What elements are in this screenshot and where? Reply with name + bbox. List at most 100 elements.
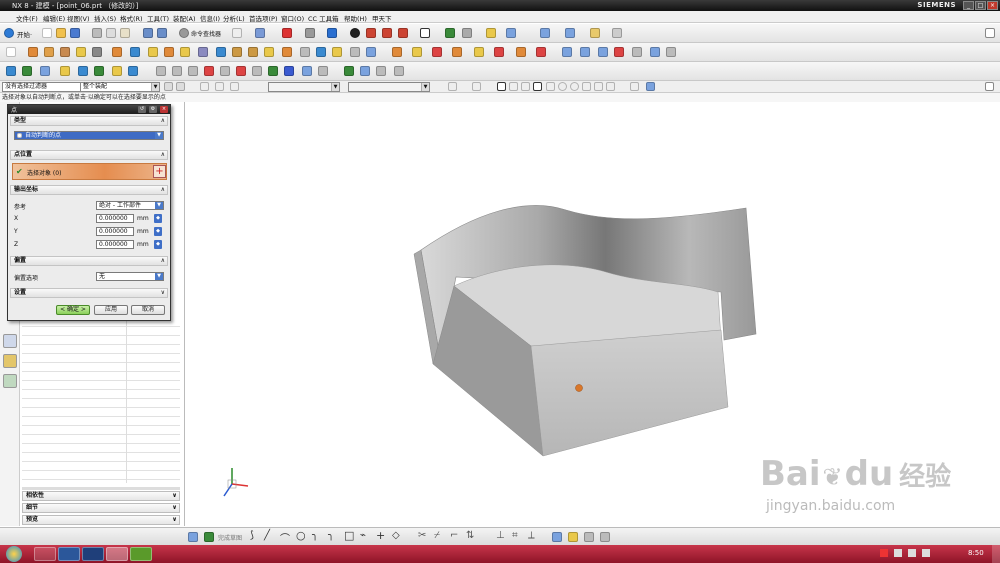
menu-jiatianxia[interactable]: 甲天下 (372, 13, 392, 23)
scale-icon[interactable] (350, 47, 360, 57)
tray-warning-icon[interactable] (880, 549, 888, 557)
bounding-box-icon[interactable] (630, 82, 639, 91)
point-on-curve-icon[interactable] (594, 82, 603, 91)
hole-icon[interactable] (60, 47, 70, 57)
cone-icon[interactable] (398, 28, 408, 38)
groove-icon[interactable] (130, 47, 140, 57)
maximize-button[interactable]: □ (975, 1, 986, 10)
type-group-header[interactable]: 类型 ∧ (10, 116, 168, 126)
ok-button[interactable]: < 确定 > (56, 305, 90, 315)
circle-icon[interactable]: ○ (296, 529, 306, 542)
taskbar-app-icon[interactable] (130, 547, 152, 561)
menu-info[interactable]: 信息(I) (200, 13, 220, 23)
undo-icon[interactable] (143, 28, 153, 38)
bounded-plane-icon[interactable] (494, 47, 504, 57)
reference-select[interactable]: 绝对 - 工作部件 ▼ (96, 201, 164, 210)
tree-row[interactable] (22, 327, 180, 336)
restore-icon[interactable] (985, 82, 994, 91)
command-finder-icon[interactable] (179, 28, 189, 38)
menu-help[interactable]: 帮助(H) (344, 13, 367, 23)
more-sketch-icon[interactable] (600, 532, 610, 542)
bridge-curve-icon[interactable] (650, 47, 660, 57)
rotate-icon[interactable] (305, 28, 315, 38)
taskbar-nx-icon[interactable] (106, 547, 128, 561)
profile-icon[interactable]: ⟆ (250, 530, 254, 541)
tree-row[interactable] (22, 363, 180, 372)
intersect-curve-icon[interactable] (614, 47, 624, 57)
minimize-button[interactable]: _ (963, 1, 974, 10)
more-tools-icon[interactable] (612, 28, 622, 38)
move-object-icon[interactable] (40, 66, 50, 76)
open-folder-icon[interactable] (56, 28, 66, 38)
block-icon[interactable] (382, 28, 392, 38)
z-input[interactable]: 0.000000 (96, 240, 134, 249)
trim-sheet-icon[interactable] (536, 47, 546, 57)
through-curves-icon[interactable] (392, 47, 402, 57)
tree-row[interactable] (22, 453, 180, 462)
tree-row[interactable] (22, 462, 180, 471)
filter-icon[interactable] (164, 82, 173, 91)
point-on-face-icon[interactable] (606, 82, 615, 91)
settings-group-header[interactable]: 设置 ∨ (10, 288, 168, 298)
offset-option-select[interactable]: 无 ▼ (96, 272, 164, 281)
tree-row[interactable] (22, 345, 180, 354)
draft-icon[interactable] (282, 47, 292, 57)
offset-region-icon[interactable] (188, 66, 198, 76)
fillet-icon[interactable]: ╮ (312, 530, 318, 541)
edge-blend-icon[interactable] (232, 47, 242, 57)
start-menu-button[interactable]: 开始· (17, 29, 32, 39)
group-icon[interactable] (448, 82, 457, 91)
make-corner-icon[interactable]: ⌐ (450, 530, 458, 541)
extension-icon[interactable] (516, 47, 526, 57)
make-tangent-icon[interactable] (268, 66, 278, 76)
pattern-icon[interactable] (148, 47, 158, 57)
new-sheet-icon[interactable] (6, 47, 16, 57)
boss-icon[interactable] (76, 47, 86, 57)
restore-doc-icon[interactable] (985, 28, 995, 38)
mirror-curve-icon[interactable]: ⇅ (466, 530, 474, 541)
details-panel[interactable]: 细节 ∨ (22, 503, 180, 513)
snap-point-icon[interactable] (497, 82, 506, 91)
more-analysis-icon[interactable] (394, 66, 404, 76)
thicken-icon[interactable] (332, 47, 342, 57)
new-file-icon[interactable] (42, 28, 52, 38)
tree-row[interactable] (22, 381, 180, 390)
y-spinner[interactable]: ◆ (154, 227, 162, 236)
tree-row[interactable] (22, 471, 180, 480)
face-rule-select[interactable]: ▼ (348, 82, 430, 92)
point-type-select[interactable]: 自动判断的点 ▼ (14, 131, 164, 140)
curvature-icon[interactable] (318, 66, 328, 76)
clock[interactable]: 8:50 (968, 549, 984, 557)
sketch-icon[interactable] (540, 28, 550, 38)
close-button[interactable]: × (987, 1, 998, 10)
menu-preferences[interactable]: 首选项(P) (249, 13, 278, 23)
subtract-icon[interactable] (180, 47, 190, 57)
replace-face-icon[interactable] (128, 66, 138, 76)
analyze-icon[interactable] (284, 66, 294, 76)
reset-filter-icon[interactable] (176, 82, 185, 91)
endpoint-icon[interactable] (509, 82, 518, 91)
preview-panel[interactable]: 预览 ∨ (22, 515, 180, 525)
pocket-icon[interactable] (92, 47, 102, 57)
redo-icon[interactable] (157, 28, 167, 38)
offset-icon[interactable]: ◇ (392, 530, 400, 541)
windows-start-icon[interactable] (6, 546, 22, 562)
cancel-button[interactable]: 取消 (131, 305, 165, 315)
replay-icon[interactable] (22, 66, 32, 76)
tree-row[interactable] (22, 426, 180, 435)
view-icon[interactable] (646, 82, 655, 91)
datum-plane-icon[interactable] (565, 28, 575, 38)
constraint-icon[interactable]: ⊥ (496, 530, 505, 541)
sync-modeling-icon[interactable] (156, 66, 166, 76)
background-icon[interactable] (350, 28, 360, 38)
resize-blend-icon[interactable] (204, 66, 214, 76)
chamfer-icon[interactable] (248, 47, 258, 57)
midpoint-icon[interactable] (521, 82, 530, 91)
curve-icon[interactable] (562, 47, 572, 57)
offset-curve-icon[interactable] (632, 47, 642, 57)
check-icon[interactable] (344, 66, 354, 76)
dependencies-panel[interactable]: 相依性 ∨ (22, 491, 180, 501)
point-icon[interactable]: + (376, 529, 385, 542)
chamfer-sketch-icon[interactable]: ╮ (328, 530, 334, 541)
output-coordinates-header[interactable]: 输出坐标 ∧ (10, 185, 168, 195)
